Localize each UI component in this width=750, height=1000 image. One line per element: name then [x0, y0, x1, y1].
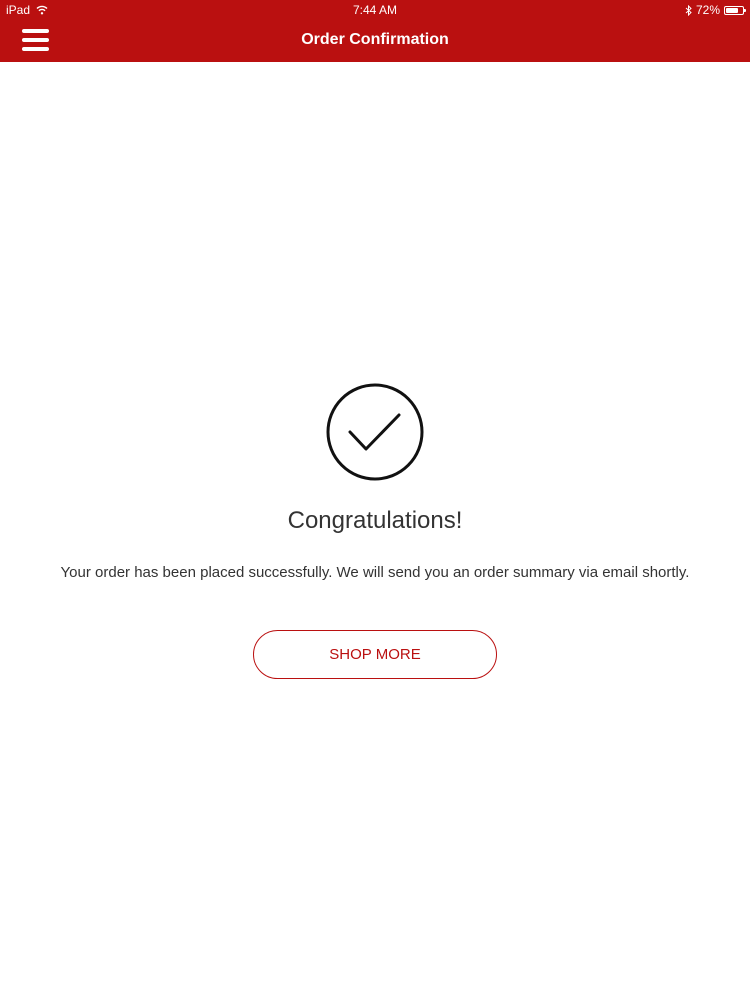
confirmation-panel: Congratulations! Your order has been pla…	[0, 62, 750, 1000]
confirmation-headline: Congratulations!	[287, 507, 463, 534]
status-time: 7:44 AM	[352, 3, 398, 17]
status-bar: iPad 7:44 AM 72%	[0, 0, 750, 20]
app-root: iPad 7:44 AM 72% Order Confirmation Cong…	[0, 0, 750, 1000]
navigation-bar: Order Confirmation	[0, 20, 750, 62]
status-right: 72%	[685, 3, 746, 17]
top-bar: iPad 7:44 AM 72% Order Confirmation	[0, 0, 750, 62]
battery-icon	[724, 5, 746, 15]
bluetooth-icon	[685, 4, 692, 16]
page-title: Order Confirmation	[301, 31, 449, 48]
shop-more-button[interactable]: SHOP MORE	[253, 630, 497, 679]
battery-level	[726, 7, 738, 13]
checkmark-circle-icon	[326, 383, 424, 481]
battery-percent: 72%	[695, 3, 720, 17]
confirmation-message: Your order has been placed successfully.…	[60, 564, 690, 581]
